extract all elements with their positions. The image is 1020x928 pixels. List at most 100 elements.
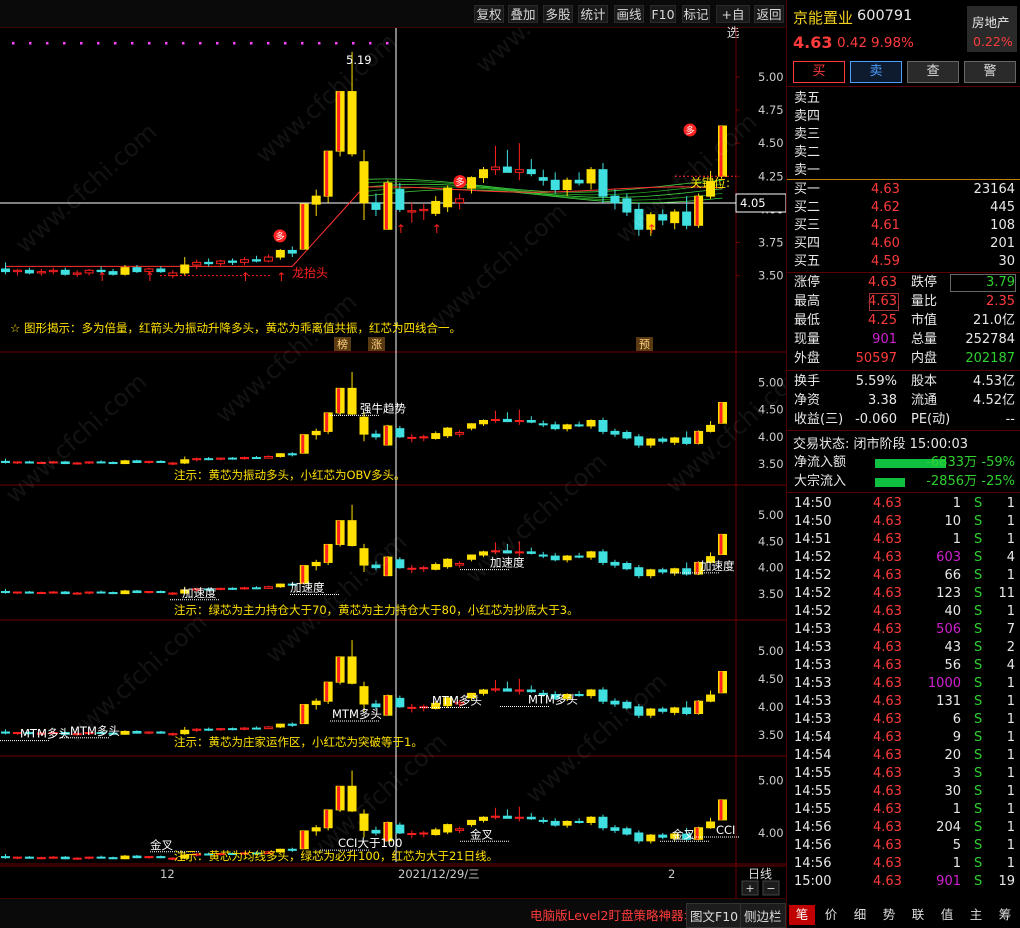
- candle-body[interactable]: [168, 592, 178, 595]
- candle-body[interactable]: [359, 548, 369, 566]
- candle-body[interactable]: [12, 269, 22, 273]
- candle-body[interactable]: [204, 458, 214, 461]
- candle-body[interactable]: [228, 260, 238, 263]
- candle-body[interactable]: [347, 387, 357, 415]
- candle-body[interactable]: [251, 457, 261, 460]
- candle-body[interactable]: [48, 269, 58, 273]
- candle-body[interactable]: [586, 420, 596, 427]
- candle-body[interactable]: [120, 590, 130, 595]
- query-button[interactable]: 查: [907, 61, 959, 83]
- candle-body[interactable]: [682, 707, 692, 715]
- candle-body[interactable]: [216, 457, 226, 460]
- candle-body[interactable]: [287, 249, 297, 254]
- candle-body[interactable]: [347, 785, 357, 812]
- tick-row[interactable]: 14:51 4.63 1 S 1: [787, 531, 1020, 549]
- candle-body[interactable]: [156, 268, 166, 273]
- tick-row[interactable]: 14:53 4.63 6 S 1: [787, 711, 1020, 729]
- candle-body[interactable]: [24, 591, 34, 594]
- candle-body[interactable]: [287, 453, 297, 456]
- candle-body[interactable]: [192, 261, 202, 266]
- candle-body[interactable]: [610, 561, 620, 566]
- candle-body[interactable]: [144, 460, 154, 463]
- candle-body[interactable]: [634, 208, 644, 230]
- candle-body[interactable]: [514, 169, 524, 173]
- candle-body[interactable]: [526, 816, 536, 820]
- promo-link[interactable]: 电脑版Level2盯盘策略神器>: [530, 905, 694, 924]
- candle-body[interactable]: [311, 561, 321, 567]
- candle-body[interactable]: [514, 816, 524, 819]
- tab-1[interactable]: 价: [818, 905, 844, 925]
- candle-body[interactable]: [132, 730, 142, 734]
- candle-body[interactable]: [132, 855, 142, 859]
- candle-body[interactable]: [706, 821, 716, 829]
- candle-body[interactable]: [419, 832, 429, 835]
- candle-body[interactable]: [658, 569, 668, 573]
- candle-body[interactable]: [84, 269, 94, 274]
- candle-body[interactable]: [574, 820, 584, 824]
- tick-row[interactable]: 14:54 4.63 20 S 1: [787, 747, 1020, 765]
- tick-row[interactable]: 14:53 4.63 43 S 2: [787, 639, 1020, 657]
- tab-4[interactable]: 联: [905, 905, 931, 925]
- candle-body[interactable]: [670, 437, 680, 443]
- candle-body[interactable]: [598, 551, 608, 563]
- candle-body[interactable]: [443, 427, 453, 437]
- tick-row[interactable]: 14:55 4.63 1 S 1: [787, 801, 1020, 819]
- candle-body[interactable]: [311, 430, 321, 436]
- candle-body[interactable]: [263, 455, 273, 459]
- candle-body[interactable]: [192, 728, 202, 731]
- candle-body[interactable]: [550, 179, 560, 191]
- candle-body[interactable]: [12, 591, 22, 594]
- candle-body[interactable]: [395, 697, 405, 708]
- candle-body[interactable]: [502, 550, 512, 554]
- candle-body[interactable]: [526, 689, 536, 693]
- candle-body[interactable]: [204, 261, 214, 265]
- candle-body[interactable]: [275, 723, 285, 728]
- candle-body[interactable]: [120, 460, 130, 465]
- candle-body[interactable]: [467, 423, 477, 429]
- candle-body[interactable]: [443, 187, 453, 208]
- tick-row[interactable]: 14:56 4.63 5 S 1: [787, 837, 1020, 855]
- tick-row[interactable]: 14:50 4.63 1 S 1: [787, 495, 1020, 513]
- candle-body[interactable]: [263, 256, 273, 262]
- candle-body[interactable]: [156, 731, 166, 734]
- candle-body[interactable]: [538, 177, 548, 181]
- candle-body[interactable]: [670, 211, 680, 224]
- sidebar-toggle-button[interactable]: 侧边栏: [740, 903, 786, 928]
- candle-body[interactable]: [574, 555, 584, 558]
- tick-row[interactable]: 14:55 4.63 3 S 1: [787, 765, 1020, 783]
- candle-body[interactable]: [634, 706, 644, 716]
- candle-body[interactable]: [24, 856, 34, 859]
- sell-button[interactable]: 卖: [850, 61, 902, 83]
- candle-body[interactable]: [562, 555, 572, 561]
- candle-body[interactable]: [48, 591, 58, 594]
- candle-body[interactable]: [407, 833, 417, 836]
- candle-body[interactable]: [514, 689, 524, 692]
- candle-body[interactable]: [84, 591, 94, 594]
- candle-body[interactable]: [586, 169, 596, 184]
- candle-body[interactable]: [490, 688, 500, 691]
- toolbar-button-7[interactable]: +自选: [716, 5, 750, 40]
- candle-body[interactable]: [562, 179, 572, 191]
- candle-body[interactable]: [479, 169, 488, 179]
- candle-body[interactable]: [419, 567, 429, 570]
- candle-body[interactable]: [706, 424, 716, 432]
- candle-body[interactable]: [36, 592, 46, 595]
- candle-body[interactable]: [490, 166, 500, 171]
- candle-body[interactable]: [407, 436, 417, 439]
- tick-row[interactable]: 14:52 4.63 603 S 4: [787, 549, 1020, 567]
- candle-body[interactable]: [240, 587, 249, 590]
- buy-button[interactable]: 买: [793, 61, 845, 83]
- candle-body[interactable]: [263, 726, 273, 730]
- candle-body[interactable]: [287, 723, 297, 726]
- candle-body[interactable]: [120, 267, 130, 275]
- candle-body[interactable]: [263, 586, 273, 589]
- candle-body[interactable]: [550, 820, 560, 826]
- candle-body[interactable]: [120, 855, 130, 860]
- candle-body[interactable]: [682, 211, 692, 226]
- candle-body[interactable]: [455, 828, 465, 831]
- tab-5[interactable]: 值: [934, 905, 960, 925]
- candle-body[interactable]: [347, 91, 357, 155]
- candle-body[interactable]: [467, 554, 477, 560]
- toolbar-button-8[interactable]: 返回: [754, 5, 784, 23]
- candle-body[interactable]: [658, 214, 668, 221]
